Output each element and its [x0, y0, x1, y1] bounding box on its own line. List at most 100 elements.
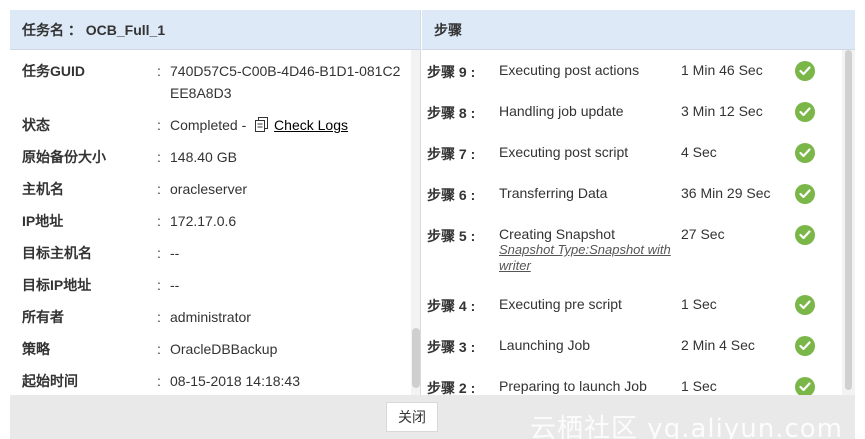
info-value: OracleDBBackup: [170, 341, 278, 357]
steps-scrollbar[interactable]: [842, 50, 855, 395]
close-button[interactable]: 关闭: [386, 402, 438, 432]
step-label: 步骤 7 :: [427, 146, 476, 162]
step-row: 步骤 3 : Launching Job 2 Min 4 Sec: [427, 336, 837, 356]
info-row-guid: 任务GUID : 740D57C5-C00B-4D46-B1D1-081C2EE…: [22, 60, 406, 104]
info-value: 148.40 GB: [170, 149, 237, 165]
step-description-text: Preparing to launch Job: [499, 378, 647, 394]
step-description-text: Executing post actions: [499, 62, 640, 78]
steps-list: 步骤 9 : Executing post actions 1 Min 46 Sec…: [427, 61, 837, 395]
job-details-dialog: 任务名 ： OCB_Full_1 任务GUID : 740D57C5-C00B-…: [10, 10, 855, 439]
step-label: 步骤 4 :: [427, 298, 476, 314]
step-description-text: Launching Job: [499, 337, 591, 353]
logs-icon: [255, 117, 269, 132]
info-colon: :: [157, 149, 161, 165]
info-row-status: 状态 : Completed - Check Logs: [22, 114, 406, 136]
success-check-icon: [795, 184, 815, 204]
info-colon: :: [157, 309, 161, 325]
info-row-target-ip: 目标IP地址 : --: [22, 274, 406, 296]
task-info-list: 任务GUID : 740D57C5-C00B-4D46-B1D1-081C2EE…: [22, 60, 406, 395]
info-colon: :: [157, 277, 161, 293]
steps-header: 步骤: [422, 10, 855, 50]
info-colon: :: [157, 245, 161, 261]
info-label: IP地址: [22, 213, 64, 229]
success-check-icon: [795, 143, 815, 163]
success-check-icon: [795, 225, 815, 245]
step-description: Preparing to launch Job: [499, 377, 681, 395]
task-info-panel: 任务名 ： OCB_Full_1 任务GUID : 740D57C5-C00B-…: [10, 10, 421, 395]
info-row-policy: 策略 : OracleDBBackup: [22, 338, 406, 360]
step-description-text: Executing post script: [499, 144, 629, 160]
step-duration: 2 Min 4 Sec: [681, 337, 755, 353]
step-duration: 27 Sec: [681, 226, 725, 242]
info-colon: :: [157, 213, 161, 229]
info-row-size: 原始备份大小 : 148.40 GB: [22, 146, 406, 168]
info-value: administrator: [170, 309, 251, 325]
info-row-start-time: 起始时间 : 08-15-2018 14:18:43: [22, 370, 406, 392]
check-logs-link[interactable]: Check Logs: [274, 117, 348, 133]
info-label: 起始时间: [22, 373, 78, 389]
info-colon: :: [157, 63, 161, 79]
step-row: 步骤 8 : Handling job update 3 Min 12 Sec: [427, 102, 837, 122]
watermark: 云栖社区 yq.aliyun.com: [530, 414, 843, 439]
info-label: 目标IP地址: [22, 277, 92, 293]
step-label: 步骤 9 :: [427, 64, 476, 80]
step-row: 步骤 7 : Executing post script 4 Sec: [427, 143, 837, 163]
step-duration: 1 Sec: [681, 296, 717, 312]
info-label: 状态: [22, 117, 50, 133]
step-description: Transferring Data: [499, 184, 681, 204]
step-row: 步骤 6 : Transferring Data 36 Min 29 Sec: [427, 184, 837, 204]
step-duration: 1 Min 46 Sec: [681, 62, 763, 78]
step-label: 步骤 2 :: [427, 380, 476, 395]
step-description-text: Executing pre script: [499, 296, 622, 312]
step-row: 步骤 2 : Preparing to launch Job 1 Sec: [427, 377, 837, 395]
task-name-header: 任务名 ： OCB_Full_1: [10, 10, 420, 50]
info-value: --: [170, 245, 180, 261]
step-description: Handling job update: [499, 102, 681, 122]
info-colon: :: [157, 373, 161, 389]
info-value: 740D57C5-C00B-4D46-B1D1-081C2EE8A8D3: [170, 63, 401, 101]
info-colon: :: [157, 117, 161, 133]
steps-panel: 步骤 步骤 9 : Executing post actions 1 Min 46 …: [422, 10, 855, 395]
step-row: 步骤 4 : Executing pre script 1 Sec: [427, 295, 837, 315]
success-check-icon: [795, 377, 815, 395]
step-detail-link[interactable]: Snapshot Type:Snapshot with writer: [499, 242, 681, 274]
status-text: Completed -: [170, 117, 247, 133]
info-colon: :: [157, 181, 161, 197]
info-value: oracleserver: [170, 181, 248, 197]
info-colon: :: [157, 341, 161, 357]
info-label: 策略: [22, 341, 50, 357]
info-value: 08-15-2018 14:18:43: [170, 373, 300, 389]
success-check-icon: [795, 102, 815, 122]
step-duration: 1 Sec: [681, 378, 717, 394]
step-label: 步骤 5 :: [427, 228, 476, 244]
scrollbar-thumb[interactable]: [845, 50, 852, 390]
step-duration: 3 Min 12 Sec: [681, 103, 763, 119]
info-value: 172.17.0.6: [170, 213, 237, 229]
step-description: Executing post actions: [499, 61, 681, 81]
task-info-scrollbar[interactable]: [411, 50, 420, 395]
step-row: 步骤 5 : Creating Snapshot Snapshot Type:Sna…: [427, 225, 837, 274]
step-description-text: Transferring Data: [499, 185, 608, 201]
step-description-text: Handling job update: [499, 103, 624, 119]
success-check-icon: [795, 336, 815, 356]
info-label: 主机名: [22, 181, 64, 197]
step-description: Creating Snapshot Snapshot Type:Snapshot …: [499, 225, 681, 274]
scrollbar-thumb[interactable]: [412, 328, 420, 388]
step-description: Launching Job: [499, 336, 681, 356]
info-value: Completed - Check Logs: [170, 114, 406, 136]
info-label: 所有者: [22, 309, 64, 325]
info-value: --: [170, 277, 180, 293]
success-check-icon: [795, 295, 815, 315]
info-row-hostname: 主机名 : oracleserver: [22, 178, 406, 200]
step-label: 步骤 8 :: [427, 105, 476, 121]
step-description: Executing post script: [499, 143, 681, 163]
success-check-icon: [795, 61, 815, 81]
step-row: 步骤 9 : Executing post actions 1 Min 46 Sec: [427, 61, 837, 81]
step-duration: 4 Sec: [681, 144, 717, 160]
info-label: 原始备份大小: [22, 149, 106, 165]
info-label: 目标主机名: [22, 245, 92, 261]
step-description: Executing pre script: [499, 295, 681, 315]
info-row-ip: IP地址 : 172.17.0.6: [22, 210, 406, 232]
info-row-target-host: 目标主机名 : --: [22, 242, 406, 264]
step-duration: 36 Min 29 Sec: [681, 185, 771, 201]
